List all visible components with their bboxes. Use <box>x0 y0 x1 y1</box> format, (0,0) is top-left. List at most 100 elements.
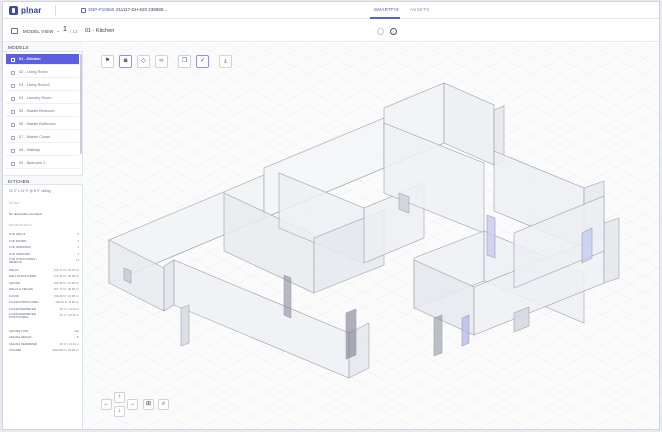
wall <box>163 259 175 312</box>
room-detail-row: FLOOR PERIMETER STRUCTURES 52' 1" / 15.87… <box>9 312 79 321</box>
model-item-master-bedroom[interactable]: 05 - Master Bedroom <box>6 106 79 117</box>
room-detail-value: 527.17 ft² / 48.98 m² <box>53 287 79 291</box>
room-detail-value: 1 <box>77 238 79 243</box>
room-detail-value: 1 <box>77 251 79 256</box>
model-item-label: 08 - Hallway <box>19 148 40 152</box>
room-detail-row: # OF WALLS 6 <box>9 232 79 237</box>
previous-model-icon[interactable] <box>377 28 384 35</box>
model-item-label: 03 - Living Room2 <box>19 83 50 87</box>
tab-assets[interactable]: ASSETS <box>410 7 430 12</box>
room-detail-label: FLOOR <box>9 293 19 298</box>
arrow-right-icon: → <box>129 401 136 407</box>
room-detail-label: CEILING <box>9 280 21 285</box>
pan-right-button[interactable]: → <box>127 399 138 410</box>
sub-header: MODEL VIEW ⌄ 1 / 13 01 - Kitchen › <box>3 20 659 42</box>
page-total: / 13 <box>70 29 78 34</box>
room-detail-value: 8' <box>76 335 79 339</box>
window-glass <box>581 227 593 264</box>
room-section-header: KITCHEN <box>3 175 83 185</box>
room-detail-label: WALL STRUCTURES <box>9 274 37 278</box>
copy-button[interactable]: ❐ <box>178 55 191 68</box>
door <box>433 314 443 357</box>
model-item-laundry-room[interactable]: 04 - Laundry Room <box>6 93 79 104</box>
window-glass <box>486 214 496 259</box>
notes-label: NOTES <box>9 202 20 205</box>
room-detail-label: FLOOR PERIMETER STRUCTURES <box>9 312 36 320</box>
arrow-up-icon: ↑ <box>118 394 121 400</box>
room-detail-label: FLOOR STRUCTURES <box>9 300 39 304</box>
room-detail-value: 376.71 ft² / 34.07 m² <box>53 267 79 272</box>
pan-left-button[interactable]: ← <box>101 399 112 410</box>
room-dimensions: 11' 2" x 13' 5" @ 8' 0" ceiling <box>9 189 51 193</box>
room-title: KITCHEN <box>8 178 30 184</box>
model-item-master-closet[interactable]: 07 - Master Closet <box>6 132 79 143</box>
room-detail-row: CEILING TYPE Flat <box>9 329 79 334</box>
download-button[interactable]: ⤓ <box>219 55 232 68</box>
room-detail-row: FLOOR 150.46 ft² / 13.98 m² <box>9 294 79 299</box>
model-item-living-room[interactable]: 02 - Living Room <box>6 67 79 78</box>
room-icon <box>11 122 15 127</box>
logo-mark-icon <box>9 6 18 15</box>
door <box>345 308 357 360</box>
room-detail-row: CEILING PERIMETER 44' 4" / 13.51 m <box>9 342 79 347</box>
room-detail-row: FLOOR PERIMETER 44' 4" / 13.51 m <box>9 307 79 312</box>
room-icon <box>11 148 15 153</box>
model-list-scrollbar[interactable] <box>80 54 82 154</box>
room-detail-value: 52' 1" / 15.87 m <box>59 313 79 317</box>
flag-button[interactable]: ⚑ <box>101 55 114 68</box>
room-detail-row: CEILING 150.46 ft² / 13.98 m² <box>9 281 79 286</box>
model-title: 01 - Kitchen <box>85 28 115 34</box>
fit-view-button[interactable]: ⊞ <box>143 399 154 410</box>
wall <box>603 217 620 284</box>
room-detail-value: 105.52 ft² / 9.80 m² <box>55 300 79 304</box>
room-detail-value: 44' 4" / 13.51 m <box>59 341 79 346</box>
header-divider <box>55 5 56 16</box>
room-detail-label: WALLS <box>9 267 19 272</box>
camera-button[interactable]: ◙ <box>119 55 132 68</box>
model-item-label: 04 - Laundry Room <box>19 96 52 100</box>
viewer-toolbar: ⚑ ◙ ◇ ∞ ❐ ✓ ⤓ <box>101 55 237 68</box>
model-item-hallway[interactable]: 08 - Hallway <box>6 145 79 156</box>
fit-view-icon: ⊞ <box>145 401 152 407</box>
link-button[interactable]: ∞ <box>155 55 168 68</box>
model-view-label: MODEL VIEW <box>23 29 54 34</box>
pan-up-button[interactable]: ↑ <box>114 392 125 403</box>
check-button[interactable]: ✓ <box>196 55 209 68</box>
models-title: MODELS <box>8 44 29 50</box>
3d-floorplan-model[interactable] <box>84 43 659 430</box>
room-detail-label: CEILING HEIGHT <box>9 335 32 339</box>
room-icon <box>11 96 15 101</box>
chevron-down-icon[interactable]: ⌄ <box>56 28 60 34</box>
room-detail-label: # OF DOORS <box>9 238 27 243</box>
room-detail-label: CEILING TYPE <box>9 328 29 333</box>
room-icon <box>11 161 15 166</box>
room-detail-row: # OF WINDOWS 1 <box>9 252 79 257</box>
model-item-kitchen[interactable]: 01 - Kitchen <box>6 54 79 65</box>
model-view-icon[interactable] <box>11 28 18 34</box>
zoom-icon: ⌕ <box>161 401 166 407</box>
window <box>180 304 190 347</box>
arrow-left-icon: ← <box>103 401 110 407</box>
tag-button[interactable]: ◇ <box>137 55 150 68</box>
model-item-living-room2[interactable]: 03 - Living Room2 <box>6 80 79 91</box>
zoom-search-button[interactable]: ⌕ <box>158 399 169 410</box>
room-detail-label: CEILING PERIMETER <box>9 341 38 346</box>
room-detail-row: # OF OPENINGS 2 <box>9 245 79 250</box>
room-icon <box>11 83 15 88</box>
project-id-link[interactable]: SNP-P10660 <box>88 7 114 12</box>
room-detail-row: # OF DOORS 1 <box>9 239 79 244</box>
room-icon <box>11 135 15 140</box>
flag-icon: ⚑ <box>104 58 111 64</box>
model-item-label: 05 - Master Bedroom <box>19 109 55 113</box>
copy-icon: ❐ <box>181 58 188 64</box>
room-detail-value: 2 <box>77 245 79 249</box>
pan-down-button[interactable]: ↓ <box>114 406 125 417</box>
tab-smartfix[interactable]: SMARTFIX <box>374 7 399 12</box>
model-viewer[interactable]: ⚑ ◙ ◇ ∞ ❐ ✓ ⤓ ↑ ← → ↓ ⊞ ⌕ <box>84 43 659 430</box>
model-item-label: 02 - Living Room <box>19 70 48 74</box>
room-detail-row: VOLUME 1203.68 ft³ / 34.08 m³ <box>9 348 79 353</box>
model-item-master-bathroom[interactable]: 06 - Master Bathroom <box>6 119 79 130</box>
model-item-bedroom-1[interactable]: 09 - Bedroom 1 <box>6 158 79 169</box>
next-model-icon[interactable]: › <box>390 28 397 35</box>
window <box>123 267 132 284</box>
